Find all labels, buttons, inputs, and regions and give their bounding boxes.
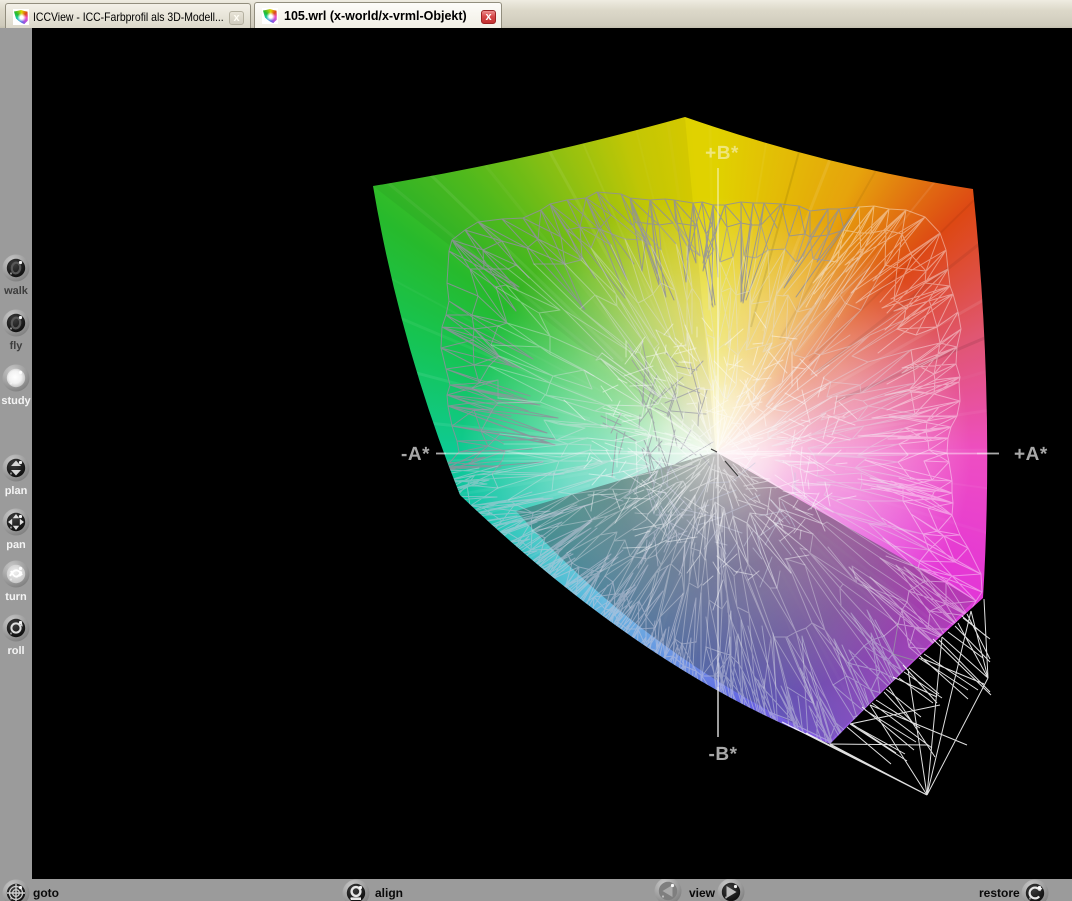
svg-text:-A*: -A* <box>401 444 430 465</box>
svg-text:fly: fly <box>10 340 24 352</box>
svg-text:+B*: +B* <box>705 143 739 164</box>
svg-text:turn: turn <box>5 591 27 603</box>
svg-text:+A*: +A* <box>1014 444 1048 465</box>
svg-text:study: study <box>1 395 31 407</box>
svg-text:walk: walk <box>3 285 29 297</box>
svg-text:plan: plan <box>5 485 28 497</box>
svg-text:pan: pan <box>6 539 26 551</box>
svg-text:-B*: -B* <box>709 744 738 765</box>
svg-text:roll: roll <box>7 645 24 657</box>
